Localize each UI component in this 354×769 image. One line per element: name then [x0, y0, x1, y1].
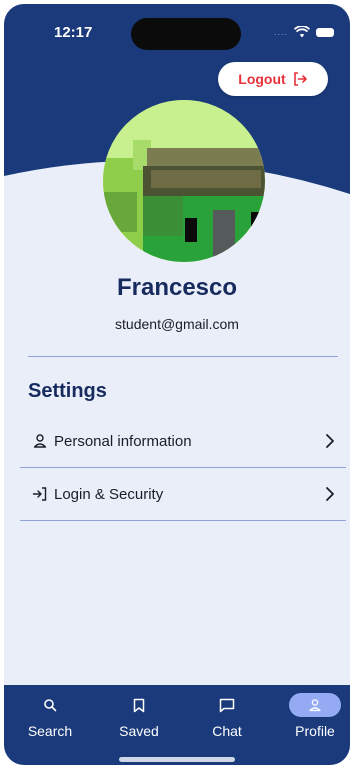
profile-screen: 12:17 .... Logout Francesco student@gmai…: [4, 4, 350, 765]
avatar-image: [103, 100, 265, 262]
home-indicator: [119, 757, 235, 762]
personal-information-label: Personal information: [54, 432, 192, 450]
logout-icon: [293, 72, 307, 86]
nav-saved[interactable]: Saved: [104, 693, 174, 745]
login-security-row[interactable]: Login & Security: [20, 472, 346, 516]
settings-divider: [20, 520, 346, 521]
signal-icon: ....: [273, 27, 288, 37]
profile-divider: [28, 356, 338, 357]
profile-icon: [289, 693, 341, 717]
chat-icon: [209, 693, 245, 717]
nav-chat[interactable]: Chat: [192, 693, 262, 745]
settings-title: Settings: [28, 380, 107, 402]
settings-divider: [20, 467, 346, 468]
logout-button[interactable]: Logout: [218, 62, 328, 96]
phone-frame: 12:17 .... Logout Francesco student@gmai…: [0, 0, 354, 769]
chevron-right-icon: [318, 486, 342, 502]
status-time: 12:17: [54, 24, 93, 41]
nav-search-label: Search: [27, 723, 73, 739]
dynamic-island: [131, 18, 241, 50]
login-icon: [28, 486, 52, 502]
bottom-nav: Search Saved Chat Profile: [4, 685, 350, 765]
profile-name: Francesco: [116, 274, 238, 301]
login-security-label: Login & Security: [54, 485, 164, 503]
nav-profile-label: Profile: [295, 723, 335, 739]
logout-label: Logout: [238, 71, 286, 87]
user-icon: [28, 433, 52, 449]
status-icons: ....: [274, 26, 334, 38]
bookmark-icon: [121, 693, 157, 717]
search-icon: [32, 693, 68, 717]
nav-saved-label: Saved: [119, 723, 159, 739]
avatar[interactable]: [103, 100, 265, 262]
chevron-right-icon: [318, 433, 342, 449]
nav-chat-label: Chat: [212, 723, 242, 739]
wifi-icon: [294, 26, 310, 38]
personal-information-row[interactable]: Personal information: [20, 419, 346, 463]
nav-profile[interactable]: Profile: [280, 693, 350, 745]
status-bar: 12:17 ....: [4, 4, 350, 64]
battery-icon: [316, 27, 334, 37]
nav-search[interactable]: Search: [15, 693, 85, 745]
profile-email: student@gmail.com: [115, 316, 239, 332]
